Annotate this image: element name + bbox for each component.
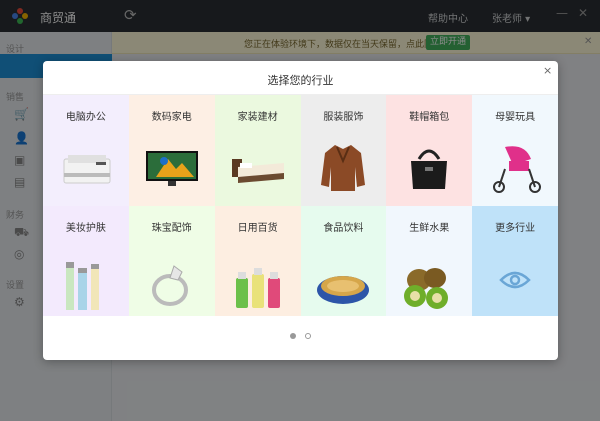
industry-tile-apparel[interactable]: 服装服饰 [300, 95, 387, 206]
industry-label: 数码家电 [151, 112, 192, 123]
stroller-icon [493, 146, 542, 193]
industry-tile-baby-toys[interactable]: 母婴玩具 [472, 95, 558, 206]
modal-close-icon[interactable]: × [543, 64, 552, 77]
industry-label: 珠宝配饰 [151, 223, 192, 234]
handbag-icon [411, 149, 448, 189]
pagination-dots [43, 329, 558, 342]
industry-label: 美妆护肤 [65, 223, 106, 234]
industry-tile-home-building[interactable]: 家装建材 [214, 95, 301, 206]
industry-tile-daily-goods[interactable]: 日用百货 [214, 206, 301, 316]
pagination-dot-2[interactable] [305, 333, 312, 339]
industry-label: 食品饮料 [323, 223, 364, 234]
ring-icon [151, 265, 188, 306]
industry-label: 电脑办公 [65, 112, 106, 123]
industry-label: 日用百货 [237, 223, 278, 234]
bed-icon [231, 159, 284, 183]
food-tin-icon [317, 276, 370, 304]
pagination-dot-1[interactable] [289, 333, 296, 339]
printer-icon [63, 155, 111, 184]
bottles-icon [235, 268, 280, 308]
industry-grid: 电脑办公 数码家电 家装建材 服装服饰 鞋帽箱包 母婴玩具 美妆护肤 珠宝配饰 … [43, 94, 558, 316]
industry-tile-more[interactable]: 更多行业 [472, 206, 558, 316]
industry-label: 鞋帽箱包 [409, 112, 450, 123]
coat-icon [321, 145, 366, 191]
industry-tile-shoes-bags[interactable]: 鞋帽箱包 [386, 95, 473, 206]
kiwi-icon [404, 268, 449, 309]
cosmetics-icon [65, 262, 99, 310]
industry-tile-jewelry[interactable]: 珠宝配饰 [128, 206, 215, 316]
eye-icon [499, 271, 531, 289]
industry-label: 更多行业 [495, 223, 536, 234]
modal-title: 选择您的行业 [267, 74, 334, 87]
industry-label: 服装服饰 [323, 112, 364, 123]
industry-modal: 选择您的行业 × 电脑办公 数码家电 家装建材 服装服饰 鞋帽箱包 母婴玩具 美… [43, 61, 558, 360]
industry-tile-food-drinks[interactable]: 食品饮料 [300, 206, 387, 316]
tv-icon [145, 151, 198, 186]
industry-tile-computer-office[interactable]: 电脑办公 [43, 95, 129, 206]
industry-tile-beauty-skincare[interactable]: 美妆护肤 [43, 206, 129, 316]
industry-label: 生鲜水果 [409, 223, 450, 234]
industry-tile-fresh-fruit[interactable]: 生鲜水果 [386, 206, 473, 316]
industry-label: 家装建材 [237, 112, 278, 123]
industry-tile-digital-appliance[interactable]: 数码家电 [128, 95, 215, 206]
industry-label: 母婴玩具 [495, 112, 536, 123]
